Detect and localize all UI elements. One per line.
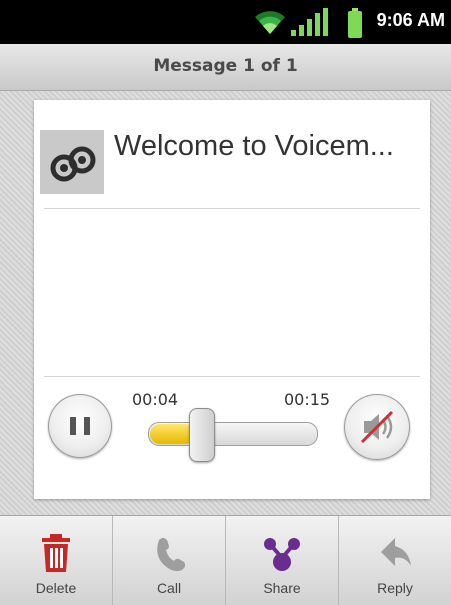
delete-button[interactable]: Delete xyxy=(0,516,112,605)
reply-icon xyxy=(381,538,411,566)
title-bar: Message 1 of 1 xyxy=(0,44,451,91)
call-button[interactable]: Call xyxy=(112,516,225,605)
trash-icon xyxy=(42,534,70,572)
call-label: Call xyxy=(156,580,182,596)
signal-icon xyxy=(291,8,328,36)
status-time: 9:06 AM xyxy=(376,10,445,30)
speaker-button[interactable] xyxy=(344,394,410,460)
voicemail-card: Welcome to Voicem... 00:04 00:15 xyxy=(34,100,430,499)
reply-button[interactable]: Reply xyxy=(338,516,451,605)
current-time: 00:04 xyxy=(132,390,179,409)
pause-icon xyxy=(84,417,90,435)
voicemail-contact-avatar xyxy=(40,130,104,194)
total-time: 00:15 xyxy=(284,390,331,409)
playback-slider[interactable] xyxy=(148,422,318,446)
playback-slider-handle[interactable] xyxy=(189,408,215,462)
delete-label: Delete xyxy=(35,580,77,596)
phone-icon xyxy=(157,538,186,572)
reply-label: Reply xyxy=(377,580,413,596)
share-button[interactable]: Share xyxy=(225,516,338,605)
pause-button[interactable] xyxy=(48,394,112,458)
speaker-muted-icon xyxy=(360,410,394,444)
pause-icon xyxy=(70,417,76,435)
wifi-icon xyxy=(255,11,285,34)
status-bar: 9:06 AM xyxy=(0,0,451,44)
voicemail-title: Welcome to Voicem... xyxy=(114,130,394,162)
divider xyxy=(44,376,420,377)
page-title: Message 1 of 1 xyxy=(153,56,298,76)
voicemail-icon xyxy=(50,146,96,182)
share-label: Share xyxy=(263,580,301,596)
battery-icon xyxy=(348,8,362,38)
action-bar: Delete Call Share Reply xyxy=(0,515,451,605)
share-icon xyxy=(264,538,300,571)
divider xyxy=(44,208,420,209)
